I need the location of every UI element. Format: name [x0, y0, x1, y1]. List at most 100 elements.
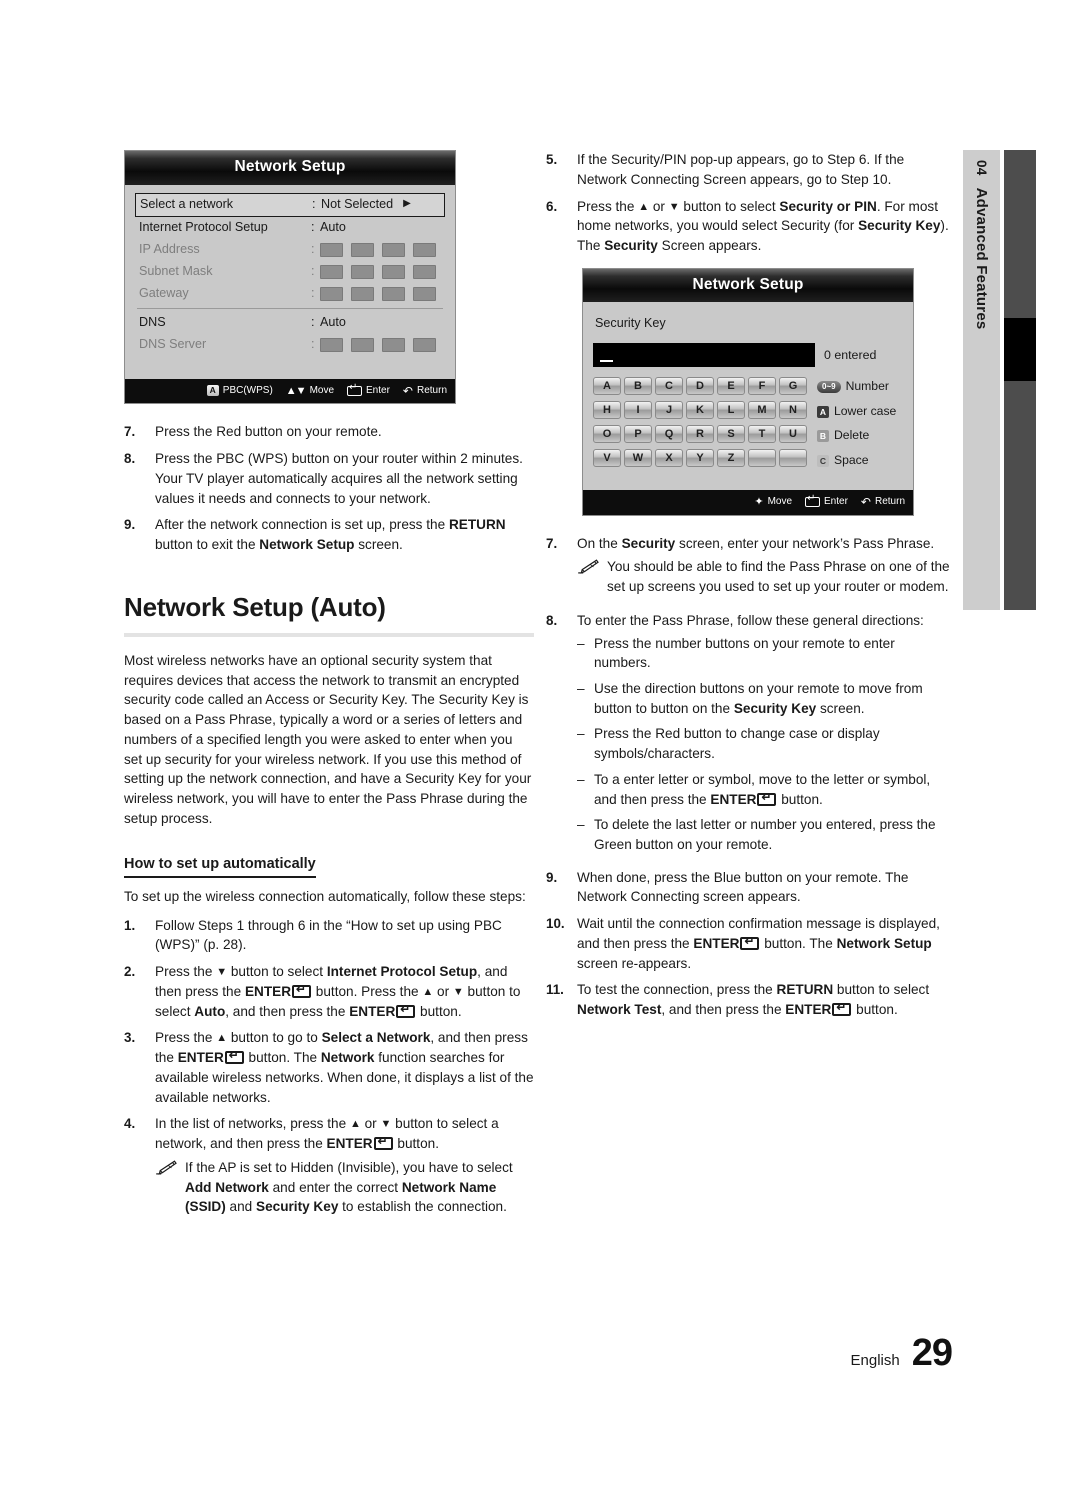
key-z[interactable]: Z	[717, 449, 745, 468]
ip-octet-box	[320, 337, 343, 352]
t-bold: Security	[621, 535, 676, 551]
t: screen, enter your network’s Pass Phrase…	[675, 535, 935, 551]
t: screen.	[354, 537, 403, 553]
note-text: If the AP is set to Hidden (Invisible), …	[185, 1158, 534, 1217]
key-o[interactable]: O	[593, 424, 621, 443]
note-block: You should be able to find the Pass Phra…	[577, 557, 951, 596]
osd-foot-return[interactable]: ↶ Return	[403, 384, 447, 399]
osd-row-label: Internet Protocol Setup	[139, 220, 268, 235]
up-down-arrow-icon: ▲▼	[285, 384, 307, 397]
key-x[interactable]: X	[655, 449, 683, 468]
step-text: Press the ▲ or ▼ button to select Securi…	[577, 197, 951, 256]
key-k[interactable]: K	[686, 400, 714, 419]
key-q[interactable]: Q	[655, 424, 683, 443]
osd-row-label: IP Address	[139, 242, 200, 257]
osd-colon: :	[311, 337, 315, 352]
key-r[interactable]: R	[686, 424, 714, 443]
t: button to select	[833, 982, 930, 998]
osd-foot-label: Return	[874, 496, 905, 508]
step-number: 3.	[124, 1030, 136, 1046]
key-w[interactable]: W	[624, 449, 652, 468]
right-steps-5-6: 5. If the Security/PIN pop-up appears, g…	[546, 150, 951, 256]
t: or	[433, 983, 453, 999]
footer-page-number: 29	[911, 1331, 953, 1374]
page-footer: English 29	[851, 1326, 953, 1381]
t: button.	[416, 1003, 462, 1019]
up-arrow-icon: ▲	[349, 1118, 361, 1131]
t-bold: ENTER	[326, 1136, 373, 1152]
key-blank-2[interactable]	[779, 449, 807, 468]
enter-key-icon	[805, 494, 821, 508]
list-item: 2. Press the ▼ button to select Internet…	[124, 962, 534, 1021]
key-a[interactable]: A	[593, 376, 621, 395]
osd-foot-return[interactable]: ↶ Return	[861, 495, 905, 510]
onscreen-keyboard[interactable]: A B C D E F G H I J K L M N O P Q R S T …	[593, 376, 807, 470]
legend-space[interactable]: C Space	[817, 452, 903, 470]
key-f[interactable]: F	[748, 376, 776, 395]
t-bold: Network Setup	[259, 537, 355, 553]
list-item: – To a enter letter or symbol, move to t…	[577, 770, 951, 809]
list-item: 1. Follow Steps 1 through 6 in the “How …	[124, 916, 534, 956]
osd-foot-move[interactable]: ✦ Move	[754, 495, 792, 510]
t: To test the connection, press the	[577, 982, 777, 998]
down-arrow-icon: ▼	[452, 985, 464, 998]
step-number: 6.	[546, 198, 558, 214]
list-item: – Press the number buttons on your remot…	[577, 634, 951, 673]
key-e[interactable]: E	[717, 376, 745, 395]
pencil-note-icon	[155, 1158, 185, 1217]
key-u[interactable]: U	[779, 424, 807, 443]
osd-foot-enter[interactable]: Enter	[805, 494, 848, 510]
osd-footer: A PBC(WPS) ▲▼ Move Enter ↶ Return	[125, 378, 455, 404]
ip-octet-box	[320, 286, 343, 301]
key-i[interactable]: I	[624, 400, 652, 419]
dash-bullet: –	[577, 817, 585, 833]
key-s[interactable]: S	[717, 424, 745, 443]
key-v[interactable]: V	[593, 449, 621, 468]
key-n[interactable]: N	[779, 400, 807, 419]
step-text: If the Security/PIN pop-up appears, go t…	[577, 152, 905, 187]
osd-row-internet-protocol-setup[interactable]: Internet Protocol Setup : Auto	[135, 217, 445, 239]
osd-title: Network Setup	[583, 268, 913, 303]
key-t[interactable]: T	[748, 424, 776, 443]
keyboard-side-legend: 0~9 Number A Lower case B Delete C Space	[817, 377, 903, 470]
keyboard-area: A B C D E F G H I J K L M N O P Q R S T …	[593, 376, 903, 470]
key-blank-1[interactable]	[748, 449, 776, 468]
list-item: – Press the Red button to change case or…	[577, 724, 951, 763]
chapter-number: 04	[974, 160, 990, 176]
t: screen.	[816, 700, 865, 716]
key-m[interactable]: M	[748, 400, 776, 419]
security-key-input[interactable]	[593, 342, 815, 367]
list-item: 10. Wait until the connection confirmati…	[546, 914, 951, 973]
key-y[interactable]: Y	[686, 449, 714, 468]
key-c[interactable]: C	[655, 376, 683, 395]
t-bold: Network Setup	[836, 935, 932, 951]
key-h[interactable]: H	[593, 400, 621, 419]
t: On the	[577, 535, 622, 551]
osd-row-value	[320, 242, 441, 257]
t-bold: Security Key	[858, 218, 941, 234]
t-bold: Auto	[194, 1003, 226, 1019]
osd-foot-enter[interactable]: Enter	[347, 383, 390, 399]
legend-lower-case[interactable]: A Lower case	[817, 403, 903, 421]
t: Press the	[155, 964, 217, 980]
key-p[interactable]: P	[624, 424, 652, 443]
osd-foot-pbc[interactable]: A PBC(WPS)	[206, 384, 273, 399]
security-key-label: Security Key	[595, 316, 666, 331]
t: and	[225, 1199, 257, 1215]
enter-key-icon	[347, 383, 363, 396]
ip-octet-box	[320, 242, 343, 257]
osd-foot-move[interactable]: ▲▼ Move	[286, 384, 334, 399]
t: button. The	[244, 1050, 321, 1066]
osd-row-select-a-network[interactable]: Select a network : Not Selected ▶	[135, 192, 445, 217]
key-l[interactable]: L	[717, 400, 745, 419]
key-d[interactable]: D	[686, 376, 714, 395]
osd-row-dns[interactable]: DNS : Auto	[135, 312, 445, 334]
osd-body: Select a network : Not Selected ▶ Intern…	[125, 184, 455, 379]
t-bold: ENTER	[785, 1002, 832, 1018]
key-b[interactable]: B	[624, 376, 652, 395]
key-j[interactable]: J	[655, 400, 683, 419]
legend-delete[interactable]: B Delete	[817, 427, 903, 445]
key-g[interactable]: G	[779, 376, 807, 395]
legend-number[interactable]: 0~9 Number	[817, 378, 903, 396]
step-text: On the Security screen, enter your netwo…	[577, 534, 951, 604]
